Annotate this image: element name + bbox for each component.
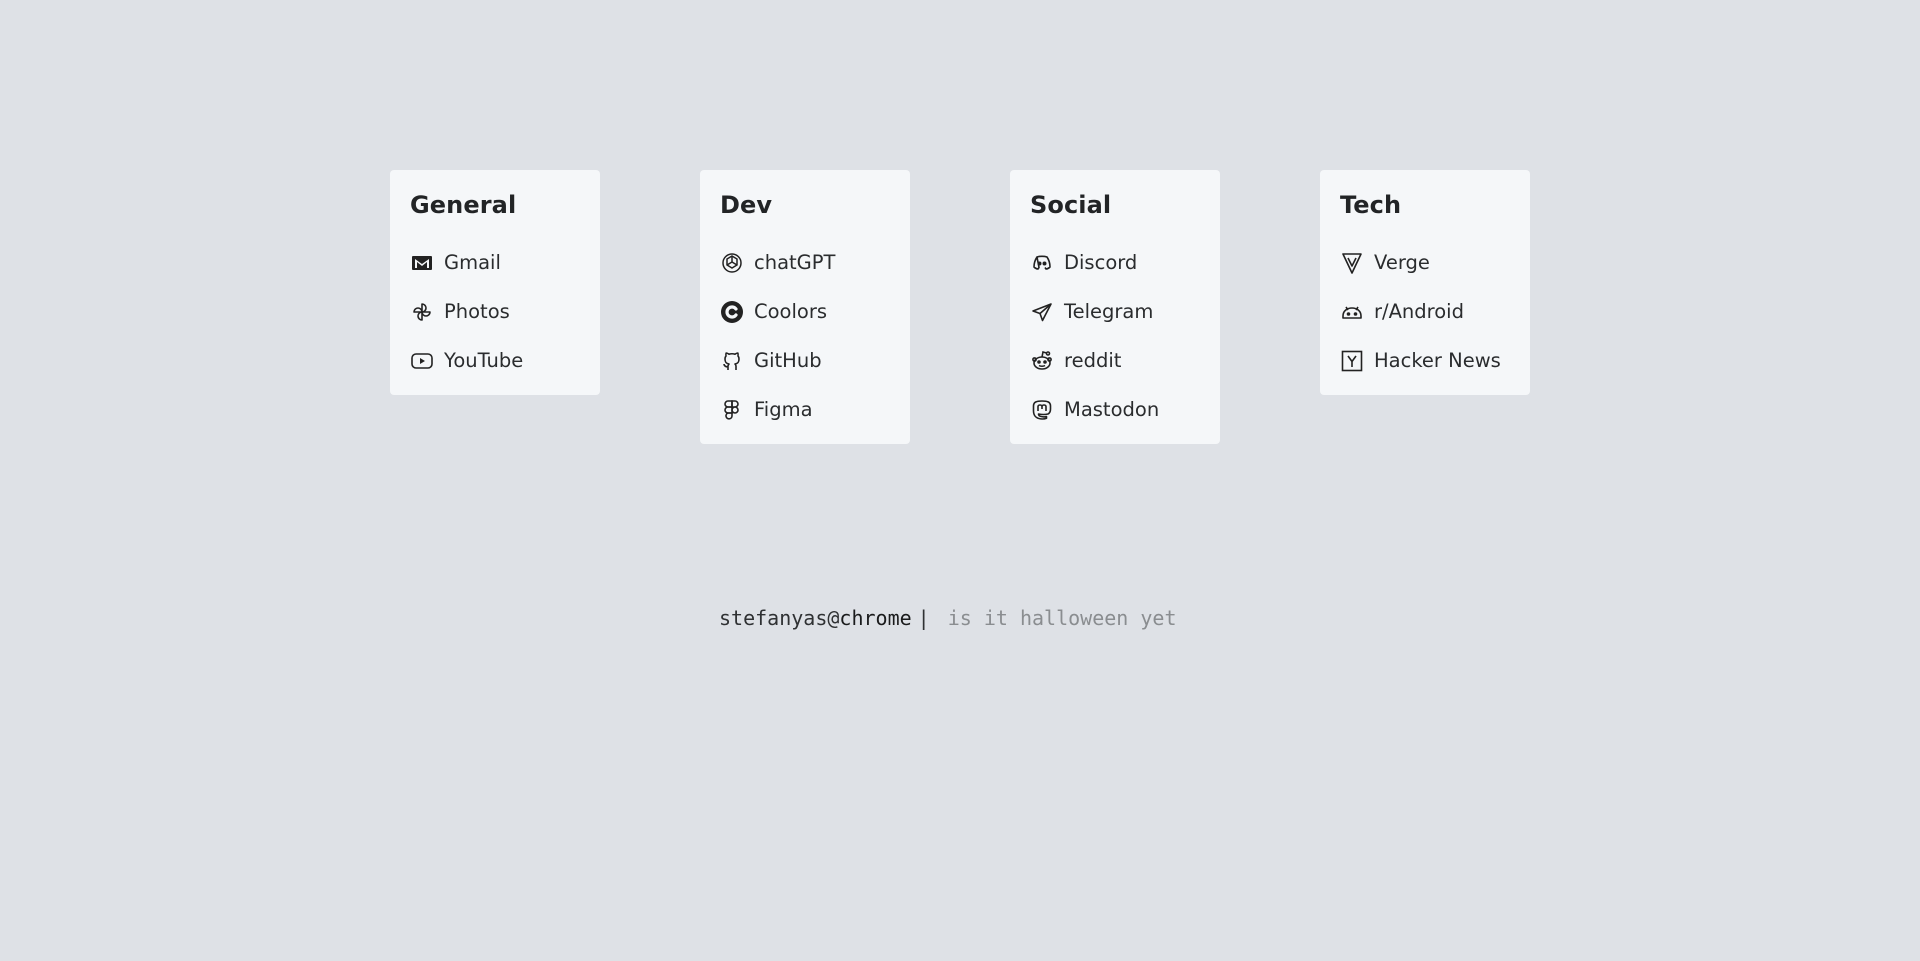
figma-icon (720, 398, 744, 422)
gmail-icon (410, 251, 434, 275)
link-label: Coolors (754, 300, 828, 323)
card-social: Social Discord Telegram reddit Mastodon (1010, 170, 1220, 444)
card-tech: Tech Verge r/Android Hacker News (1320, 170, 1530, 395)
hackernews-icon (1340, 349, 1364, 373)
link-hackernews[interactable]: Hacker News (1340, 336, 1510, 385)
link-label: chatGPT (754, 251, 836, 274)
link-label: GitHub (754, 349, 822, 372)
link-chatgpt[interactable]: chatGPT (720, 238, 890, 287)
search-prompt: stefanyas@ chrome | (719, 606, 1208, 630)
link-coolors[interactable]: Coolors (720, 287, 890, 336)
startpage: General Gmail Photos YouTube Dev chatGPT… (0, 0, 1920, 961)
link-label: Photos (444, 300, 510, 323)
link-label: Figma (754, 398, 813, 421)
link-youtube[interactable]: YouTube (410, 336, 580, 385)
link-label: Mastodon (1064, 398, 1160, 421)
github-icon (720, 349, 744, 373)
link-label: Verge (1374, 251, 1430, 274)
android-icon (1340, 300, 1364, 324)
prompt-host: chrome (839, 606, 912, 630)
link-gmail[interactable]: Gmail (410, 238, 580, 287)
coolors-icon (720, 300, 744, 324)
link-discord[interactable]: Discord (1030, 238, 1200, 287)
card-title: Dev (720, 191, 773, 219)
search-input[interactable] (937, 606, 1208, 630)
telegram-icon (1030, 300, 1054, 324)
link-label: r/Android (1374, 300, 1464, 323)
link-github[interactable]: GitHub (720, 336, 890, 385)
card-title: Tech (1340, 191, 1402, 219)
prompt-user: stefanyas@ (719, 606, 840, 630)
card-title: General (410, 191, 517, 219)
link-label: Gmail (444, 251, 501, 274)
link-mastodon[interactable]: Mastodon (1030, 385, 1200, 434)
link-telegram[interactable]: Telegram (1030, 287, 1200, 336)
card-general: General Gmail Photos YouTube (390, 170, 600, 395)
link-label: YouTube (444, 349, 524, 372)
discord-icon (1030, 251, 1054, 275)
mastodon-icon (1030, 398, 1054, 422)
verge-icon (1340, 251, 1364, 275)
link-label: Discord (1064, 251, 1138, 274)
card-dev: Dev chatGPT Coolors GitHub Figma (700, 170, 910, 444)
link-photos[interactable]: Photos (410, 287, 580, 336)
link-label: reddit (1064, 349, 1122, 372)
card-title: Social (1030, 191, 1112, 219)
link-android[interactable]: r/Android (1340, 287, 1510, 336)
youtube-icon (410, 349, 434, 373)
link-reddit[interactable]: reddit (1030, 336, 1200, 385)
openai-icon (720, 251, 744, 275)
link-label: Telegram (1064, 300, 1154, 323)
link-verge[interactable]: Verge (1340, 238, 1510, 287)
link-label: Hacker News (1374, 349, 1501, 372)
reddit-icon (1030, 349, 1054, 373)
link-figma[interactable]: Figma (720, 385, 890, 434)
prompt-separator: | (917, 606, 930, 630)
photos-icon (410, 300, 434, 324)
